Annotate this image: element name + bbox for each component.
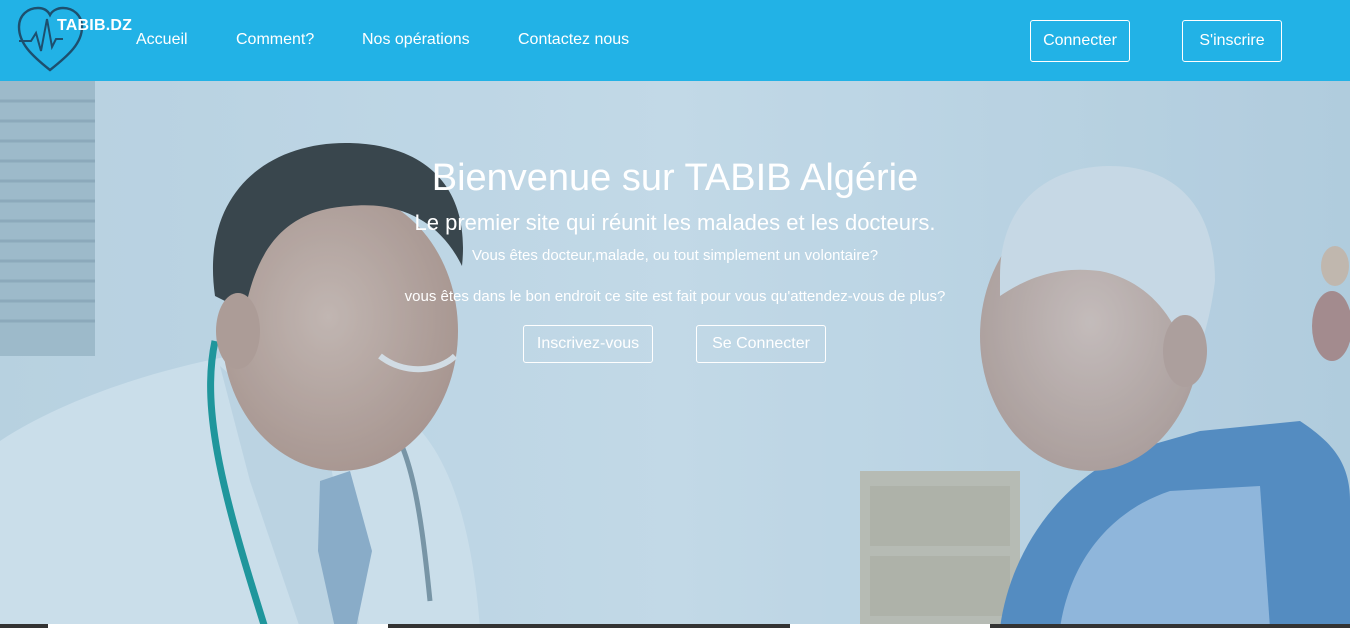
hero-subtitle: Le premier site qui réunit les malades e… [414, 210, 936, 235]
hero-title: Bienvenue sur TABIB Algérie [431, 157, 919, 199]
nav-link-comment[interactable]: Comment? [236, 30, 314, 50]
hero-login-button[interactable]: Se Connecter [696, 325, 826, 363]
hero-text-line-2: vous êtes dans le bon endroit ce site es… [404, 288, 946, 305]
site-logo[interactable]: TABIB.DZ [17, 3, 132, 75]
page-bottom-edge [0, 624, 1350, 628]
nav-link-contact[interactable]: Contactez nous [518, 30, 629, 50]
heart-pulse-icon [17, 6, 84, 72]
navbar: TABIB.DZ Accueil Comment? Nos opérations… [0, 0, 1350, 81]
logo-text: TABIB.DZ [57, 17, 133, 34]
nav-link-accueil[interactable]: Accueil [136, 30, 188, 50]
hero-text-line-1: Vous êtes docteur,malade, ou tout simple… [471, 247, 879, 264]
nav-link-operations[interactable]: Nos opérations [362, 30, 470, 50]
hero-section: Bienvenue sur TABIB Algérie Le premier s… [0, 81, 1350, 628]
hero-signup-button[interactable]: Inscrivez-vous [523, 325, 653, 363]
connect-button[interactable]: Connecter [1030, 20, 1130, 62]
signup-button[interactable]: S'inscrire [1182, 20, 1282, 62]
